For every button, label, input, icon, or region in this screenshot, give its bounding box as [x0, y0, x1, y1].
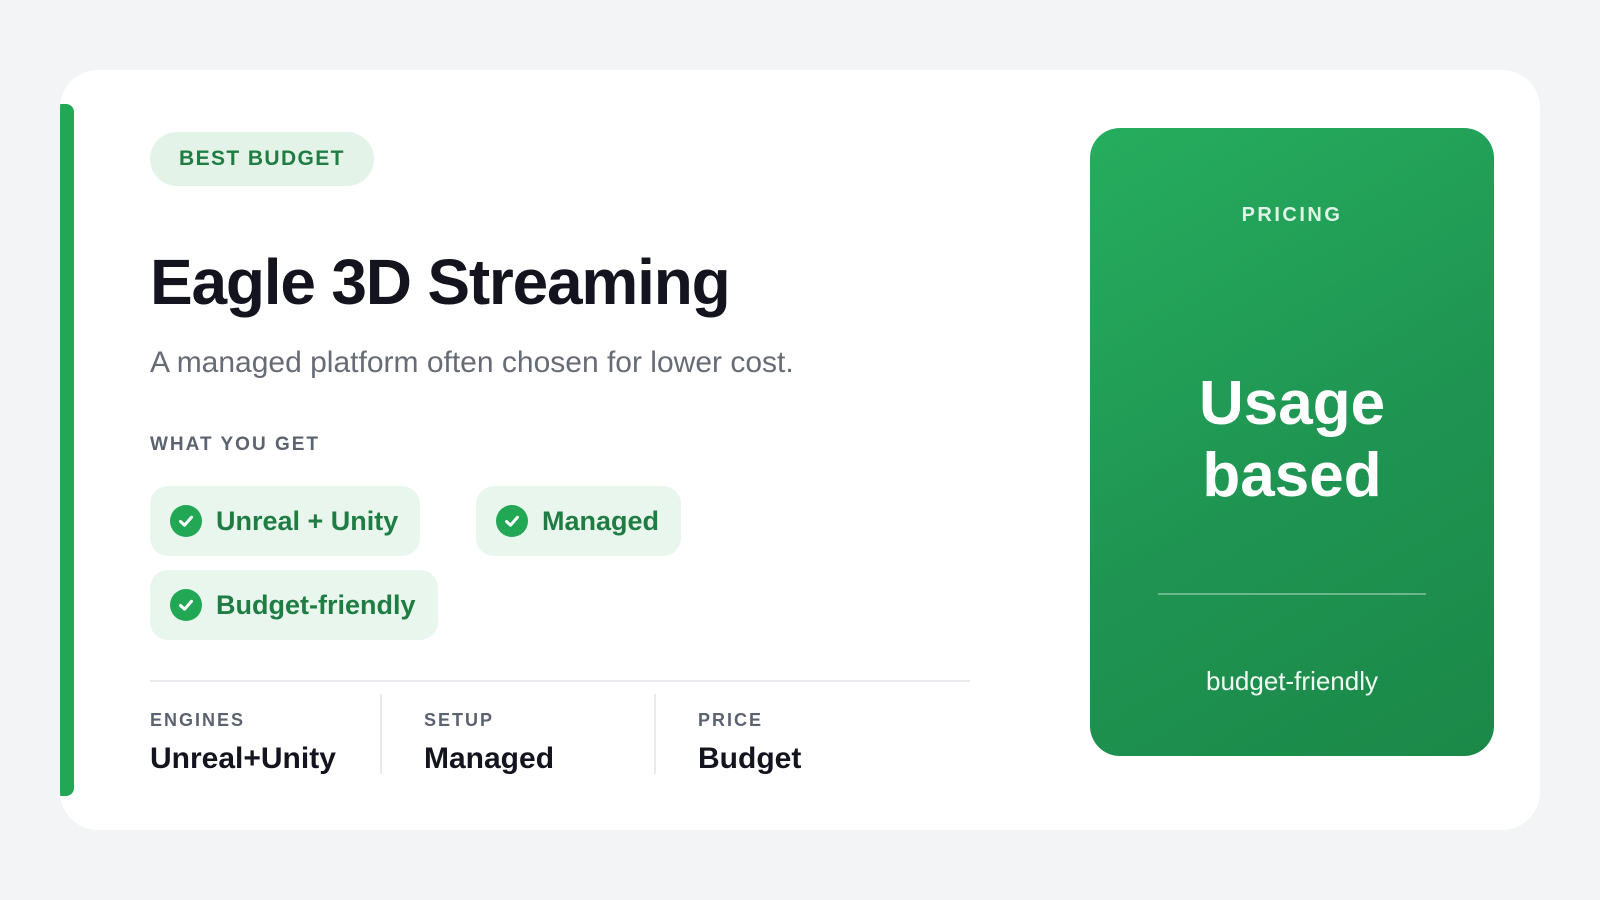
product-title: Eagle 3D Streaming [150, 246, 731, 318]
features-heading: WHAT YOU GET [150, 434, 321, 455]
stats-divider [150, 680, 970, 682]
feature-label: Budget-friendly [216, 589, 416, 620]
check-circle-icon [170, 505, 202, 537]
stat-value: Unreal+Unity [150, 742, 336, 775]
stat-separator [654, 694, 656, 774]
stat-value: Managed [424, 742, 555, 775]
feature-pill: Unreal + Unity [150, 486, 421, 556]
stat-label: PRICE [698, 710, 764, 730]
check-circle-icon [170, 589, 202, 621]
pricing-value-line2: based [1202, 441, 1382, 510]
feature-label: Managed [542, 505, 660, 536]
pricing-value-line1: Usage [1198, 369, 1386, 438]
check-circle-icon [496, 505, 528, 537]
stats-row: ENGINES Unreal+Unity SETUP Managed PRICE… [150, 694, 970, 784]
feature-pill: Managed [476, 486, 682, 556]
pricing-value: Usage based [1090, 368, 1494, 512]
stat-value: Budget [698, 742, 802, 775]
pricing-divider [1158, 593, 1426, 595]
stat-label: SETUP [424, 710, 495, 730]
accent-bar [60, 104, 74, 796]
category-badge: BEST BUDGET [150, 132, 374, 186]
feature-pill: Budget-friendly [150, 570, 438, 640]
stat-setup: SETUP Managed [424, 694, 654, 784]
pricing-panel: PRICING Usage based budget-friendly [1090, 128, 1494, 756]
stat-separator [380, 694, 382, 774]
stat-label: ENGINES [150, 710, 246, 730]
product-subtitle: A managed platform often chosen for lowe… [150, 346, 794, 379]
stat-price: PRICE Budget [698, 694, 958, 784]
product-details: BEST BUDGET Eagle 3D Streaming A managed… [150, 70, 990, 830]
pricing-label: PRICING [1241, 204, 1343, 226]
feature-label: Unreal + Unity [216, 505, 399, 536]
pricing-note: budget-friendly [1206, 666, 1378, 696]
stat-engines: ENGINES Unreal+Unity [150, 694, 380, 784]
product-card: BEST BUDGET Eagle 3D Streaming A managed… [60, 70, 1540, 830]
